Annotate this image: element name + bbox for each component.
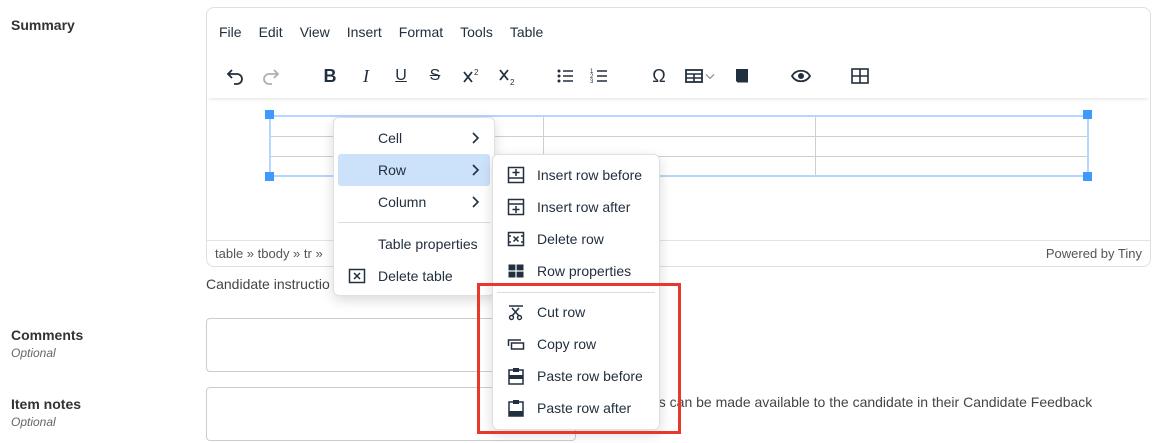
item-notes-help: es can be made available to the candidat… <box>651 394 1093 410</box>
row-properties-icon <box>508 264 524 278</box>
comments-optional: Optional <box>11 346 56 360</box>
table-context-menu: Cell Row Column Table properties Delete … <box>333 117 495 296</box>
menu-table[interactable]: Table <box>510 24 543 40</box>
summary-label: Summary <box>11 17 75 33</box>
book-icon[interactable] <box>728 62 756 90</box>
redo-icon[interactable] <box>257 62 285 90</box>
svg-text:2: 2 <box>510 78 515 86</box>
menu-separator <box>338 222 490 223</box>
menu-item-delete-table[interactable]: Delete table <box>338 260 490 292</box>
delete-row-icon <box>507 231 525 247</box>
bullet-list-icon[interactable] <box>551 62 579 90</box>
menu-insert[interactable]: Insert <box>347 24 382 40</box>
menu-item-delete-row[interactable]: Delete row <box>497 223 655 255</box>
menu-item-label: Cell <box>378 130 403 146</box>
menu-item-label: Row <box>378 162 407 178</box>
subscript-icon[interactable]: 2 <box>493 62 521 90</box>
menu-item-label: Row properties <box>537 263 632 279</box>
chevron-right-icon <box>472 164 480 176</box>
chevron-down-icon[interactable] <box>702 62 718 90</box>
resize-handle-top-right[interactable] <box>1083 110 1092 119</box>
menu-item-row[interactable]: Row <box>338 154 490 186</box>
resize-handle-bottom-left[interactable] <box>265 172 274 181</box>
menu-item-label: Column <box>378 194 427 210</box>
insert-row-after-icon <box>507 198 525 216</box>
element-path[interactable]: table » tbody » tr » <box>215 246 323 261</box>
menu-item-insert-row-before[interactable]: Insert row before <box>497 159 655 191</box>
menu-tools[interactable]: Tools <box>460 24 493 40</box>
menu-edit[interactable]: Edit <box>259 24 283 40</box>
comments-label: Comments <box>11 327 84 343</box>
svg-text:3: 3 <box>590 79 594 85</box>
menu-item-label: Insert row before <box>537 167 643 183</box>
italic-button[interactable]: I <box>352 62 380 90</box>
item-notes-label: Item notes <box>11 396 82 412</box>
superscript-icon[interactable]: 2 <box>457 62 485 90</box>
resize-handle-bottom-right[interactable] <box>1083 172 1092 181</box>
chevron-right-icon <box>472 196 480 208</box>
strikethrough-button[interactable]: S <box>421 62 449 90</box>
editor-toolbar: B I U S 2 2 123 Ω <box>207 54 1150 98</box>
menu-item-column[interactable]: Column <box>338 186 490 218</box>
menu-item-label: Delete row <box>537 231 604 247</box>
powered-by-link[interactable]: Powered by Tiny <box>1046 246 1142 261</box>
preview-eye-icon[interactable] <box>787 62 815 90</box>
svg-text:2: 2 <box>474 68 479 77</box>
menu-format[interactable]: Format <box>399 24 443 40</box>
menu-view[interactable]: View <box>300 24 330 40</box>
menu-item-table-properties[interactable]: Table properties <box>338 228 490 260</box>
numbered-list-icon[interactable]: 123 <box>585 62 613 90</box>
editor-menubar: File Edit View Insert Format Tools Table <box>207 8 1150 56</box>
underline-button[interactable]: U <box>387 62 415 90</box>
highlight-annotation-box <box>477 283 681 434</box>
chevron-right-icon <box>472 132 480 144</box>
item-notes-optional: Optional <box>11 415 56 429</box>
resize-handle-top-left[interactable] <box>265 110 274 119</box>
table-col-divider <box>815 117 816 175</box>
menu-item-label: Table properties <box>378 236 478 252</box>
special-character-button[interactable]: Ω <box>645 62 673 90</box>
menu-file[interactable]: File <box>219 24 242 40</box>
bold-button[interactable]: B <box>316 62 344 90</box>
menu-item-insert-row-after[interactable]: Insert row after <box>497 191 655 223</box>
candidate-instructions: Candidate instructio <box>206 276 330 292</box>
menu-item-label: Insert row after <box>537 199 631 215</box>
table-grid-icon[interactable] <box>846 62 874 90</box>
undo-icon[interactable] <box>221 62 249 90</box>
insert-row-before-icon <box>507 166 525 184</box>
menu-item-cell[interactable]: Cell <box>338 122 490 154</box>
menu-item-label: Delete table <box>378 268 453 284</box>
delete-table-icon <box>348 268 366 284</box>
